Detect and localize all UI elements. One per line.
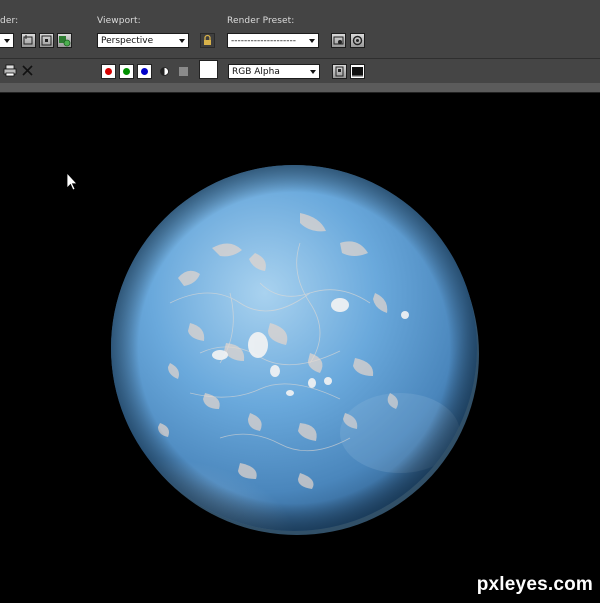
toolbar-divider: [0, 83, 600, 93]
monochrome-icon[interactable]: [179, 67, 188, 76]
render-preset-dropdown[interactable]: --------------------: [227, 33, 319, 48]
alpha-channel-icon[interactable]: [159, 66, 170, 77]
area-to-render-dropdown[interactable]: [0, 33, 14, 48]
display-channel-dropdown[interactable]: RGB Alpha: [228, 64, 320, 79]
clear-icon[interactable]: [21, 64, 34, 77]
lock-icon[interactable]: [200, 33, 215, 48]
color-swatch[interactable]: [199, 60, 218, 79]
render-region-icon[interactable]: [57, 33, 72, 48]
auto-region-icon[interactable]: [39, 33, 54, 48]
blue-channel-button[interactable]: [137, 64, 152, 79]
toolbar-row-bottom: RGB Alpha: [0, 58, 600, 84]
blue-channel-dot: [141, 68, 148, 75]
planet-rim-shade: [111, 165, 477, 531]
viewport-dropdown-value: Perspective: [101, 36, 154, 46]
toolbar-row-top: der: Viewport: Perspective Render Preset…: [0, 0, 600, 58]
viewport-label: Viewport:: [97, 16, 141, 26]
display-channel-value: RGB Alpha: [232, 67, 280, 77]
render-setup-icon[interactable]: [331, 33, 346, 48]
print-icon[interactable]: [3, 64, 17, 77]
red-channel-button[interactable]: [101, 64, 116, 79]
render-preset-label: Render Preset:: [227, 16, 295, 26]
toggle-ui-icon[interactable]: [350, 64, 365, 79]
planet-render: [66, 165, 479, 535]
environment-icon[interactable]: [350, 33, 365, 48]
green-channel-dot: [123, 68, 130, 75]
viewport-dropdown[interactable]: Perspective: [97, 33, 189, 48]
render-frame-toolbar: der: Viewport: Perspective Render Preset…: [0, 0, 600, 84]
area-to-render-label: der:: [0, 16, 19, 26]
render-viewport[interactable]: pxleyes.com: [0, 93, 600, 600]
edit-region-icon[interactable]: [21, 33, 36, 48]
mouse-cursor-icon: [66, 171, 78, 191]
render-preset-value: --------------------: [231, 36, 296, 46]
red-channel-dot: [105, 68, 112, 75]
watermark: pxleyes.com: [476, 574, 593, 595]
green-channel-button[interactable]: [119, 64, 134, 79]
toggle-ui-overlay-icon[interactable]: [332, 64, 347, 79]
